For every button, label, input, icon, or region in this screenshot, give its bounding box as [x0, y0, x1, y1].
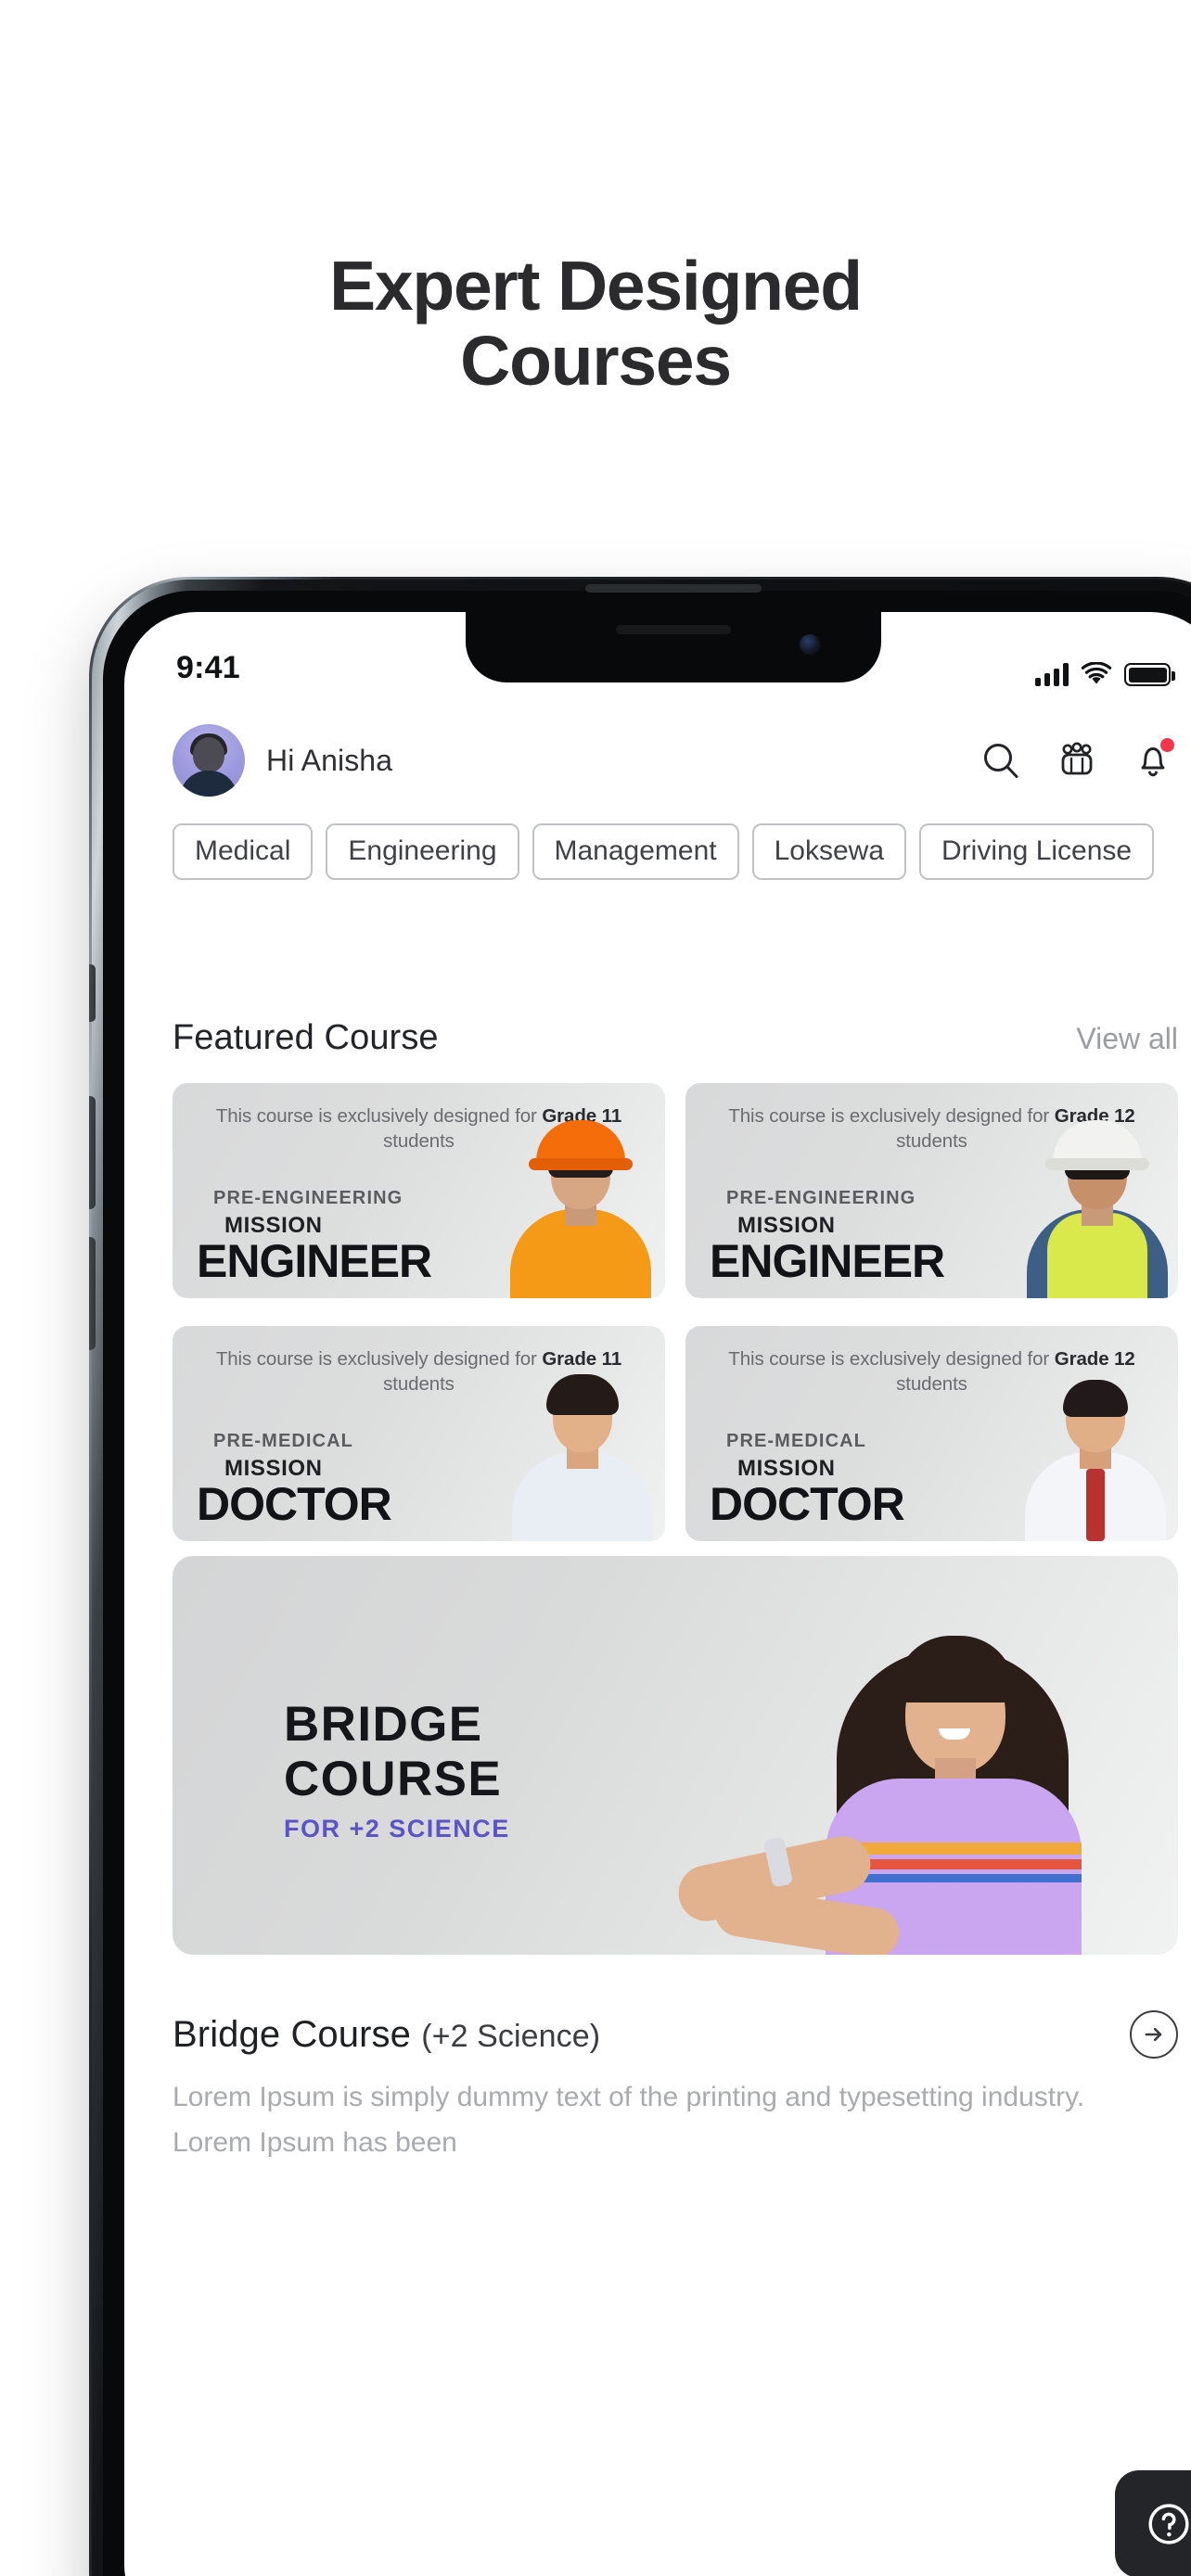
status-bar-indicators	[1035, 662, 1175, 686]
chip-driving-license[interactable]: Driving License	[919, 823, 1155, 880]
category-chip-list: Medical Engineering Management Loksewa D…	[173, 823, 1184, 880]
course-card[interactable]: This course is exclusively designed for …	[685, 1083, 1178, 1298]
course-card-photo	[507, 1120, 665, 1298]
status-bar-time: 9:41	[176, 650, 240, 685]
featured-section-header: Featured Course View all	[173, 1018, 1178, 1058]
banner-line-2: COURSE	[284, 1752, 503, 1807]
banner-photo	[673, 1565, 1178, 1955]
arrow-right-circle-icon[interactable]	[1130, 2010, 1178, 2059]
app-header: Hi Anisha	[124, 716, 1191, 805]
course-card-kicker: PRE-ENGINEERING	[726, 1187, 916, 1208]
tagline-suffix: students	[896, 1373, 967, 1396]
banner-text: BRIDGE COURSE FOR +2 SCIENCE	[284, 1697, 510, 1843]
course-entry-description: Lorem Ipsum is simply dummy text of the …	[173, 2082, 1085, 2158]
notch-speaker-grille	[616, 625, 731, 634]
bridge-course-banner[interactable]: BRIDGE COURSE FOR +2 SCIENCE	[173, 1556, 1178, 1955]
phone-screen: 9:41 Hi Anisha Medical Engineering Manag…	[124, 612, 1191, 2576]
notification-badge	[1160, 738, 1174, 752]
view-all-link[interactable]: View all	[1076, 1022, 1178, 1056]
avatar[interactable]	[173, 724, 245, 797]
header-actions	[980, 738, 1174, 782]
tagline-prefix: This course is exclusively designed for	[215, 1105, 543, 1127]
section-title: Featured Course	[173, 1018, 439, 1057]
tagline-suffix: students	[383, 1373, 455, 1396]
featured-course-grid: This course is exclusively designed for …	[173, 1083, 1178, 1541]
mute-switch-button[interactable]	[89, 964, 96, 1022]
tagline-prefix: This course is exclusively designed for	[728, 1105, 1055, 1127]
course-card-kicker: PRE-MEDICAL	[726, 1430, 866, 1451]
chip-medical[interactable]: Medical	[173, 823, 314, 880]
course-entry-title: Bridge Course (+2 Science)	[173, 2014, 600, 2056]
course-entry-header: Bridge Course (+2 Science)	[173, 2010, 1178, 2059]
profile-block[interactable]: Hi Anisha	[173, 724, 392, 797]
display-notch	[466, 612, 881, 682]
page-title-line-2: Courses	[460, 322, 732, 400]
course-card-headline: ENGINEER	[710, 1234, 945, 1287]
course-card-kicker: PRE-MEDICAL	[213, 1430, 353, 1451]
course-card[interactable]: This course is exclusively designed for …	[173, 1083, 665, 1298]
cellular-bars-icon	[1035, 662, 1069, 686]
phone-mockup: 9:41 Hi Anisha Medical Engineering Manag…	[89, 577, 1191, 2576]
course-card-headline: ENGINEER	[197, 1234, 432, 1287]
banner-line-1: BRIDGE	[284, 1697, 483, 1752]
front-camera-icon	[800, 634, 820, 655]
volume-up-button[interactable]	[89, 1096, 96, 1209]
course-card-photo	[1020, 1120, 1178, 1298]
page-title-line-1: Expert Designed	[329, 247, 863, 325]
chip-engineering[interactable]: Engineering	[326, 823, 519, 880]
course-card-headline: DOCTOR	[197, 1477, 392, 1530]
tagline-grade: Grade 12	[1054, 1348, 1135, 1370]
search-icon[interactable]	[980, 739, 1022, 782]
course-card-headline: DOCTOR	[710, 1477, 905, 1530]
community-icon[interactable]	[1056, 739, 1098, 782]
volume-down-button[interactable]	[89, 1237, 96, 1350]
course-card-kicker: PRE-ENGINEERING	[213, 1187, 403, 1208]
tagline-suffix: students	[896, 1130, 967, 1153]
tagline-prefix: This course is exclusively designed for	[728, 1348, 1055, 1370]
question-mark-circle-icon	[1148, 2504, 1189, 2544]
course-card-titles: PRE-MEDICAL MISSION DOCTOR	[197, 1430, 392, 1530]
notification-bell-icon[interactable]	[1132, 738, 1174, 782]
earpiece-speaker	[585, 584, 762, 593]
chip-loksewa[interactable]: Loksewa	[751, 823, 907, 880]
course-card-photo	[507, 1358, 665, 1541]
page-title: Expert Designed Courses	[0, 249, 1191, 399]
banner-line-3: FOR +2 SCIENCE	[284, 1814, 510, 1843]
greeting-text: Hi Anisha	[266, 743, 393, 777]
battery-full-icon	[1124, 663, 1175, 686]
course-card-titles: PRE-MEDICAL MISSION DOCTOR	[710, 1430, 905, 1530]
course-entry-title-sub: (+2 Science)	[421, 2018, 601, 2054]
wifi-icon	[1081, 662, 1112, 684]
help-button[interactable]	[1115, 2470, 1191, 2576]
course-card-titles: PRE-ENGINEERING MISSION ENGINEER	[197, 1187, 432, 1287]
tagline-suffix: students	[383, 1130, 455, 1153]
course-card-photo	[1020, 1370, 1178, 1541]
course-entry-title-main: Bridge Course	[173, 2013, 422, 2055]
course-card-titles: PRE-ENGINEERING MISSION ENGINEER	[710, 1187, 945, 1287]
tagline-grade: Grade 11	[542, 1348, 622, 1370]
course-card[interactable]: This course is exclusively designed for …	[173, 1326, 665, 1541]
phone-frame-outer: 9:41 Hi Anisha Medical Engineering Manag…	[89, 577, 1191, 2576]
tagline-prefix: This course is exclusively designed for	[215, 1348, 543, 1370]
course-card[interactable]: This course is exclusively designed for …	[685, 1326, 1178, 1541]
chip-management[interactable]: Management	[531, 823, 739, 880]
